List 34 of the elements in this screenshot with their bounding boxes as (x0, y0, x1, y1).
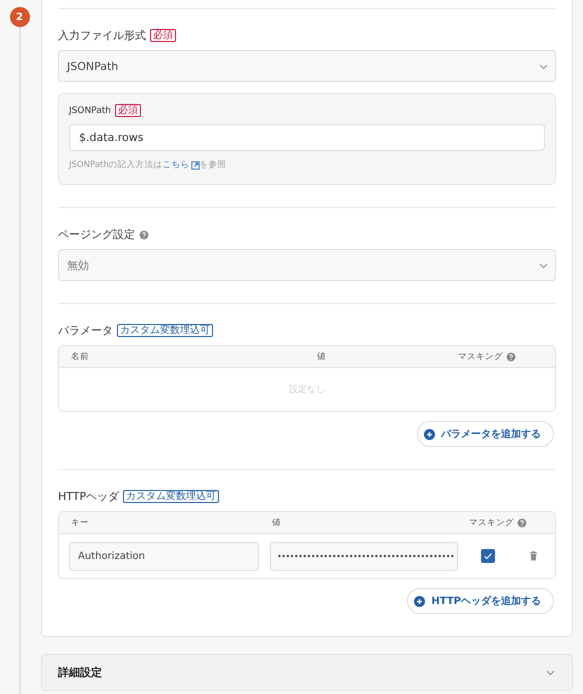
custom-variable-badge: カスタム変数埋込可 (117, 324, 213, 337)
field-label: JSONPath (69, 106, 111, 116)
help-icon[interactable] (139, 230, 149, 240)
column-header: 値 (317, 350, 327, 362)
column-header: 値 (271, 516, 282, 528)
field-label: ページング設定 (58, 227, 135, 242)
column-header: 名前 (70, 350, 90, 362)
column-header: キー (70, 516, 90, 528)
dropdown[interactable]: JSONPath (58, 50, 556, 82)
required-badge: 必須 (150, 29, 176, 42)
external-link-icon (190, 160, 200, 170)
field-label: HTTPヘッダ (58, 489, 120, 504)
plus-icon (414, 596, 426, 606)
plus-icon (424, 428, 435, 440)
required-badge: 必須 (114, 104, 141, 117)
trash-icon[interactable] (528, 550, 538, 562)
custom-variable-badge: カスタム変数埋込可 (123, 490, 220, 503)
add-button[interactable]: パラメータを追加する (417, 421, 554, 447)
help-icon[interactable] (506, 352, 516, 362)
field-label: 入力ファイル形式 (58, 28, 146, 43)
help-icon[interactable] (517, 518, 527, 528)
input-field[interactable]: $.data.rows (69, 124, 545, 151)
checkbox[interactable] (481, 549, 495, 563)
hint-text: JSONPathの記入方法は こちら を参照 (69, 159, 228, 171)
help-link[interactable]: こちら (162, 159, 200, 171)
field-label: パラメータ (58, 323, 113, 338)
step-number-badge: 2 (10, 7, 30, 27)
add-button[interactable]: HTTPヘッダを追加する (407, 588, 554, 614)
input-field[interactable]: Authorization (69, 542, 259, 570)
dropdown[interactable]: 無効 (58, 249, 556, 281)
column-header: マスキング (458, 350, 503, 362)
accordion-header[interactable]: 詳細設定 (41, 654, 573, 691)
column-header: マスキング (469, 516, 514, 528)
password-field[interactable]: •••••••••••••••••••••••••••••••••••••••••• (270, 542, 458, 570)
